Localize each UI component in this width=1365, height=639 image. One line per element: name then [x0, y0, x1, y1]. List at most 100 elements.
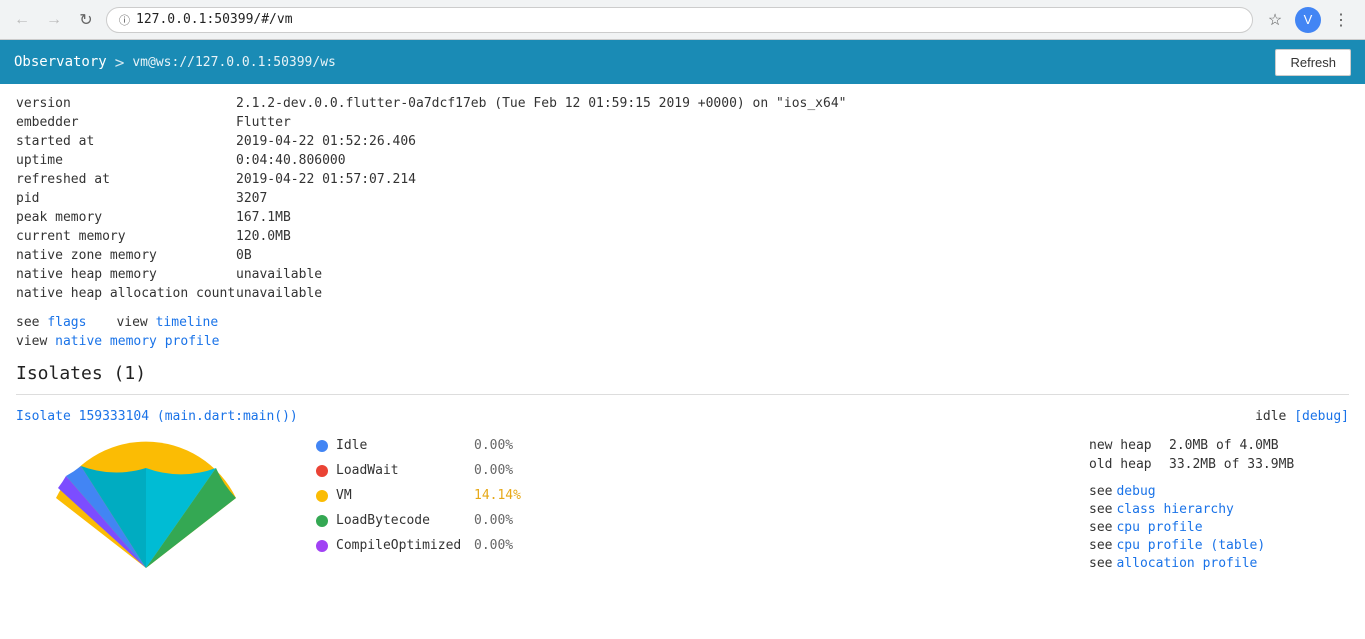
row-label: uptime: [16, 153, 236, 168]
links-row-2: view native memory profile: [16, 334, 1349, 349]
header-breadcrumb-area: Observatory > vm@ws://127.0.0.1:50399/ws: [14, 53, 336, 72]
see-debug-row: see debug: [1089, 484, 1349, 499]
legend-item-loadbytecode: LoadBytecode 0.00%: [316, 513, 1089, 528]
vm-info-table: version 2.1.2-dev.0.0.flutter-0a7dcf17eb…: [16, 94, 1349, 303]
idle-label: Idle: [336, 438, 466, 453]
row-value: 167.1MB: [236, 210, 291, 225]
vm-label: VM: [336, 488, 466, 503]
debug-see-link[interactable]: debug: [1116, 484, 1155, 499]
see-allocation-profile-row: see allocation profile: [1089, 556, 1349, 571]
old-heap-label: old heap: [1089, 457, 1159, 472]
menu-button[interactable]: ⋮: [1327, 6, 1355, 34]
row-value: 3207: [236, 191, 267, 206]
table-row: pid 3207: [16, 189, 1349, 208]
cpu-profile-link[interactable]: cpu profile: [1116, 520, 1202, 535]
row-label: native heap allocation count: [16, 286, 236, 301]
view-native-memory-label: view native memory profile: [16, 334, 220, 349]
legend-item-compileoptimized: CompileOptimized 0.00%: [316, 538, 1089, 553]
class-hierarchy-link[interactable]: class hierarchy: [1116, 502, 1233, 517]
table-row: native heap memory unavailable: [16, 265, 1349, 284]
back-button[interactable]: ←: [10, 8, 34, 32]
compileoptimized-label: CompileOptimized: [336, 538, 466, 553]
row-value: 0:04:40.806000: [236, 153, 346, 168]
isolate-body: Idle 0.00% LoadWait 0.00% VM 14.14% Load…: [16, 438, 1349, 588]
allocation-profile-link[interactable]: allocation profile: [1116, 556, 1257, 571]
compileoptimized-value: 0.00%: [474, 538, 513, 553]
loadwait-label: LoadWait: [336, 463, 466, 478]
isolate-header: Isolate 159333104 (main.dart:main()) idl…: [16, 409, 1349, 424]
bookmark-button[interactable]: ☆: [1261, 6, 1289, 34]
legend-item-idle: Idle 0.00%: [316, 438, 1089, 453]
see-class-hierarchy-row: see class hierarchy: [1089, 502, 1349, 517]
pie-chart: [26, 438, 266, 588]
isolate-status: idle [debug]: [1255, 409, 1349, 424]
new-heap-row: new heap 2.0MB of 4.0MB: [1089, 438, 1349, 453]
row-value: 2.1.2-dev.0.0.flutter-0a7dcf17eb (Tue Fe…: [236, 96, 846, 111]
row-label: current memory: [16, 229, 236, 244]
row-label: peak memory: [16, 210, 236, 225]
pie-chart-area: [16, 438, 276, 588]
reload-button[interactable]: ↻: [74, 8, 98, 32]
loadbytecode-dot: [316, 515, 328, 527]
isolate-link[interactable]: Isolate 159333104 (main.dart:main()): [16, 409, 298, 424]
table-row: peak memory 167.1MB: [16, 208, 1349, 227]
see-prefix: see: [1089, 538, 1112, 553]
table-row: uptime 0:04:40.806000: [16, 151, 1349, 170]
row-value: 0B: [236, 248, 252, 263]
row-label: native zone memory: [16, 248, 236, 263]
app-name: Observatory: [14, 54, 107, 70]
security-icon: ⓘ: [119, 12, 130, 28]
table-row: native zone memory 0B: [16, 246, 1349, 265]
see-cpu-profile-table-row: see cpu profile (table): [1089, 538, 1349, 553]
address-bar[interactable]: ⓘ 127.0.0.1:50399/#/vm: [106, 7, 1253, 33]
app-header: Observatory > vm@ws://127.0.0.1:50399/ws…: [0, 40, 1365, 84]
row-value: unavailable: [236, 286, 322, 301]
loadwait-value: 0.00%: [474, 463, 513, 478]
timeline-link[interactable]: timeline: [156, 315, 219, 330]
view-timeline-label: view timeline: [116, 315, 218, 330]
debug-link[interactable]: [debug]: [1294, 409, 1349, 424]
see-prefix: see: [1089, 520, 1112, 535]
profile-button[interactable]: V: [1295, 7, 1321, 33]
vm-path: vm@ws://127.0.0.1:50399/ws: [132, 55, 336, 70]
see-prefix: see: [1089, 484, 1112, 499]
legend-item-loadwait: LoadWait 0.00%: [316, 463, 1089, 478]
table-row: native heap allocation count unavailable: [16, 284, 1349, 303]
table-row: refreshed at 2019-04-22 01:57:07.214: [16, 170, 1349, 189]
new-heap-value: 2.0MB of 4.0MB: [1169, 438, 1279, 453]
old-heap-row: old heap 33.2MB of 33.9MB: [1089, 457, 1349, 472]
see-label: see flags: [16, 315, 86, 330]
row-value: 120.0MB: [236, 229, 291, 244]
links-row-1: see flags view timeline: [16, 315, 1349, 330]
flags-link[interactable]: flags: [47, 315, 86, 330]
status-text: idle: [1255, 409, 1286, 424]
table-row: started at 2019-04-22 01:52:26.406: [16, 132, 1349, 151]
row-label: version: [16, 96, 236, 111]
native-memory-link[interactable]: native memory profile: [55, 334, 219, 349]
browser-chrome: ← → ↻ ⓘ 127.0.0.1:50399/#/vm ☆ V ⋮: [0, 0, 1365, 40]
cpu-profile-table-link[interactable]: cpu profile (table): [1116, 538, 1265, 553]
isolates-divider: [16, 394, 1349, 395]
idle-value: 0.00%: [474, 438, 513, 453]
row-label: refreshed at: [16, 172, 236, 187]
see-prefix: see: [1089, 502, 1112, 517]
forward-button[interactable]: →: [42, 8, 66, 32]
old-heap-value: 33.2MB of 33.9MB: [1169, 457, 1294, 472]
main-content: version 2.1.2-dev.0.0.flutter-0a7dcf17eb…: [0, 84, 1365, 639]
row-label: pid: [16, 191, 236, 206]
see-prefix: see: [1089, 556, 1112, 571]
idle-dot: [316, 440, 328, 452]
new-heap-label: new heap: [1089, 438, 1159, 453]
table-row: current memory 120.0MB: [16, 227, 1349, 246]
row-value: Flutter: [236, 115, 291, 130]
url-text: 127.0.0.1:50399/#/vm: [136, 12, 293, 27]
loadwait-dot: [316, 465, 328, 477]
vm-value: 14.14%: [474, 488, 521, 503]
compileoptimized-dot: [316, 540, 328, 552]
legend-item-vm: VM 14.14%: [316, 488, 1089, 503]
loadbytecode-value: 0.00%: [474, 513, 513, 528]
row-label: native heap memory: [16, 267, 236, 282]
refresh-button[interactable]: Refresh: [1275, 49, 1351, 76]
table-row: version 2.1.2-dev.0.0.flutter-0a7dcf17eb…: [16, 94, 1349, 113]
browser-actions: ☆ V ⋮: [1261, 6, 1355, 34]
